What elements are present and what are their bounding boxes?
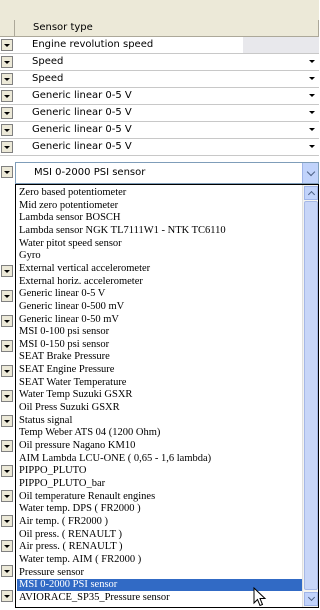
list-item[interactable]: External vertical accelerometer	[19, 263, 304, 275]
cell-shade	[243, 37, 319, 53]
dropdown-scrollbar[interactable]	[302, 185, 318, 607]
row-dropdown-icon[interactable]	[1, 540, 13, 552]
list-item[interactable]: SEAT Water Temperature	[19, 377, 304, 389]
list-item[interactable]: Lambda sensor BOSCH	[19, 212, 304, 224]
list-item[interactable]: PIPPO_PLUTO_bar	[19, 478, 304, 490]
list-item[interactable]: Pressure sensor	[19, 567, 304, 579]
list-item[interactable]: Mid zero potentiometer	[19, 200, 304, 212]
row-value: Generic linear 0-5 V	[32, 90, 132, 101]
list-item[interactable]: MSI 0-150 psi sensor	[19, 339, 304, 351]
list-item[interactable]: Oil temperature Renault engines	[19, 491, 304, 503]
cell-dropdown-arrow-icon[interactable]	[309, 145, 315, 148]
list-item[interactable]: PIPPO_PLUTO	[19, 465, 304, 477]
cell-dropdown-arrow-icon[interactable]	[309, 60, 315, 63]
list-item[interactable]: Oil pressure Nagano KM10	[19, 440, 304, 452]
row-dropdown-icon[interactable]	[1, 340, 13, 352]
row-dropdown-icon[interactable]	[1, 315, 13, 327]
list-item[interactable]: SEAT Brake Pressure	[19, 351, 304, 363]
list-item[interactable]: Water temp. DPS ( FR2000 )	[19, 503, 304, 515]
row-dropdown-icon[interactable]	[1, 124, 13, 136]
list-item[interactable]: Generic linear 0-500 mV	[19, 301, 304, 313]
row-dropdown-icon[interactable]	[1, 107, 13, 119]
list-item[interactable]: Air temp. ( FR2000 )	[19, 516, 304, 528]
sensor-type-dropdown-list[interactable]: Zero based potentiometer Mid zero potenti…	[15, 184, 319, 608]
row-dropdown-icon[interactable]	[1, 166, 13, 178]
combo-value: MSI 0-2000 PSI sensor	[34, 167, 146, 178]
table-row[interactable]: Generic linear 0-5 V	[0, 139, 319, 156]
row-dropdown-icon[interactable]	[1, 465, 13, 477]
chevron-up-icon[interactable]	[304, 186, 318, 200]
row-value: Engine revolution speed	[32, 39, 154, 50]
row-dropdown-icon[interactable]	[1, 141, 13, 153]
list-item[interactable]: Oil Press Suzuki GSXR	[19, 402, 304, 414]
list-item[interactable]: Water pitot speed sensor	[19, 238, 304, 250]
cell-dropdown-arrow-icon[interactable]	[309, 111, 315, 114]
row-value: Generic linear 0-5 V	[32, 124, 132, 135]
row-value: Speed	[32, 73, 64, 84]
row-value: Speed	[32, 56, 64, 67]
row-dropdown-icon[interactable]	[1, 56, 13, 68]
list-item[interactable]: Status signal	[19, 415, 304, 427]
table-row[interactable]: Engine revolution speed	[0, 37, 319, 54]
sensor-type-combo[interactable]: MSI 0-2000 PSI sensor	[15, 162, 319, 184]
cell-dropdown-arrow-icon[interactable]	[309, 77, 315, 80]
table-row[interactable]: Generic linear 0-5 V	[0, 88, 319, 105]
row-dropdown-icon[interactable]	[1, 73, 13, 85]
row-dropdown-icon[interactable]	[1, 290, 13, 302]
mouse-cursor-icon	[253, 587, 267, 607]
list-item[interactable]: Oil press. ( RENAULT )	[19, 529, 304, 541]
row-dropdown-icon[interactable]	[1, 440, 13, 452]
list-item[interactable]: Air press. ( RENAULT )	[19, 541, 304, 553]
row-dropdown-icon[interactable]	[1, 365, 13, 377]
row-dropdown-icon[interactable]	[1, 90, 13, 102]
list-item[interactable]: Temp Weber ATS 04 (1200 Ohm)	[19, 427, 304, 439]
row-value: Generic linear 0-5 V	[32, 141, 132, 152]
table-row[interactable]: Generic linear 0-5 V	[0, 105, 319, 122]
row-dropdown-icon[interactable]	[1, 415, 13, 427]
row-value: Generic linear 0-5 V	[32, 107, 132, 118]
row-dropdown-icon[interactable]	[1, 565, 13, 577]
list-item[interactable]: External horiz. accelerometer	[19, 276, 304, 288]
row-dropdown-icon[interactable]	[1, 265, 13, 277]
list-item[interactable]: SEAT Engine Pressure	[19, 364, 304, 376]
list-item[interactable]: Lambda sensor NGK TL7111W1 - NTK TC6110	[19, 225, 304, 237]
scrollbar-thumb[interactable]	[304, 201, 318, 590]
row-dropdown-icon[interactable]	[1, 490, 13, 502]
list-item[interactable]: Generic linear 0-50 mV	[19, 314, 304, 326]
list-item[interactable]: Water temp. AIM ( FR2000 )	[19, 554, 304, 566]
header-corner	[0, 20, 15, 37]
row-dropdown-icon[interactable]	[1, 590, 13, 602]
chevron-down-icon[interactable]	[302, 163, 318, 183]
list-item[interactable]: Gyro	[19, 250, 304, 262]
list-item[interactable]: MSI 0-100 psi sensor	[19, 326, 304, 338]
chevron-down-icon[interactable]	[304, 592, 318, 606]
table-row[interactable]: Speed	[0, 71, 319, 88]
row-dropdown-icon[interactable]	[1, 390, 13, 402]
list-item[interactable]: Generic linear 0-5 V	[19, 288, 304, 300]
list-item[interactable]: Zero based potentiometer	[19, 187, 304, 199]
list-item[interactable]: AIM Lambda LCU-ONE ( 0,65 - 1,6 lambda)	[19, 453, 304, 465]
table-row[interactable]: Speed	[0, 54, 319, 71]
list-item[interactable]: Water Temp Suzuki GSXR	[19, 389, 304, 401]
row-dropdown-icon[interactable]	[1, 515, 13, 527]
cell-dropdown-arrow-icon[interactable]	[309, 94, 315, 97]
table-row[interactable]: Generic linear 0-5 V	[0, 122, 319, 139]
row-dropdown-icon[interactable]	[1, 39, 13, 51]
column-header-sensor-type[interactable]: Sensor type	[15, 20, 319, 37]
cell-dropdown-arrow-icon[interactable]	[309, 128, 315, 131]
window-top-bar	[0, 0, 319, 21]
